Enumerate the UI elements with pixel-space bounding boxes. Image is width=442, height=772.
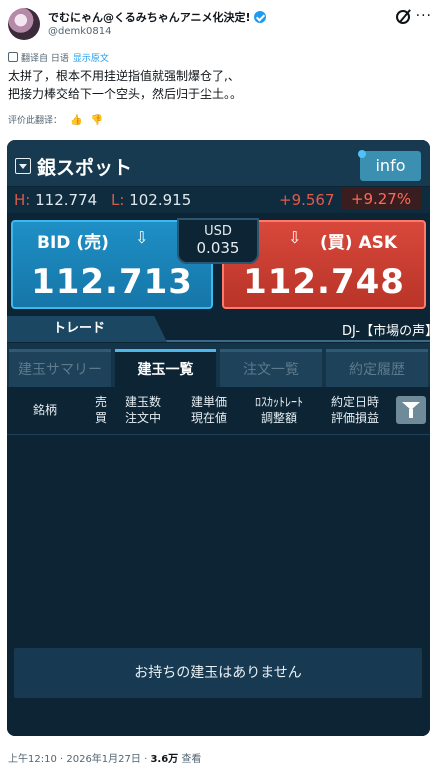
- app-screenshot: 銀スポット info H: 112.774 L: 102.915 +9.567 …: [7, 140, 430, 736]
- bid-down-arrow-icon: ⇩: [135, 228, 149, 247]
- ask-price: 112.748: [243, 262, 405, 302]
- low-price: L: 102.915: [111, 191, 191, 209]
- tweet-text-line: 太拼了，根本不用挂逆指值就强制爆仓了,、: [8, 69, 240, 83]
- thumbs-down-icon[interactable]: 👎: [90, 115, 102, 126]
- thumbs-up-icon[interactable]: 👍: [70, 115, 82, 126]
- tab-position-list[interactable]: 建玉一覧: [115, 349, 216, 387]
- table-column-header: 銘柄 売買 建玉数注文中 建単価現在値 ﾛｽｶｯﾄﾚｰﾄ 調整額 約定日時評価損益: [7, 387, 430, 435]
- col-quantity: 建玉数 注文中: [125, 394, 161, 426]
- views-label: 查看: [178, 754, 202, 765]
- tab-position-summary[interactable]: 建玉サマリー: [9, 349, 111, 387]
- avatar[interactable]: [8, 8, 40, 40]
- low-value: 102.915: [129, 191, 192, 209]
- bid-label: BID (売): [37, 233, 109, 253]
- rate-translation-label: 评价此翻译：: [8, 116, 63, 126]
- app-header: 銀スポット info: [7, 140, 430, 186]
- col-price-bottom: 現在値: [191, 411, 228, 425]
- news-ticker[interactable]: DJ-【市場の声】: [342, 320, 430, 339]
- high-low-row: H: 112.774 L: 102.915 +9.567 +9.27%: [7, 187, 430, 213]
- translate-icon: [8, 52, 18, 62]
- col-datetime-top: 約定日時: [331, 395, 380, 409]
- display-name-text[interactable]: でむにゃん@くるみちゃんアニメ化決定!: [48, 11, 251, 24]
- filter-icon[interactable]: [396, 396, 426, 424]
- position-subtabs: 建玉サマリー 建玉一覧 注文一覧 約定履歴: [7, 343, 430, 387]
- tweet-timestamp[interactable]: 上午12:10 · 2026年1月27日 ·: [8, 754, 150, 765]
- spread-box: USD 0.035: [177, 218, 259, 264]
- translation-notice: 翻译自 日语 显示原文: [8, 51, 109, 64]
- grok-icon[interactable]: [396, 10, 410, 24]
- empty-positions-message: お持ちの建玉はありません: [14, 648, 422, 698]
- col-datetime-bottom: 評価損益: [331, 411, 380, 425]
- tweet-header: でむにゃん@くるみちゃんアニメ化決定! @demk0814 ···: [8, 8, 434, 42]
- col-side-buy: 買: [95, 411, 108, 425]
- symbol-dropdown-icon[interactable]: [15, 158, 31, 174]
- info-button[interactable]: info: [360, 151, 421, 181]
- view-count: 3.6万: [150, 754, 179, 765]
- tab-trade[interactable]: トレード: [7, 316, 167, 342]
- high-value: 112.774: [35, 191, 98, 209]
- notification-dot-icon: [358, 150, 366, 158]
- col-losscut-top: ﾛｽｶｯﾄﾚｰﾄ: [255, 395, 304, 409]
- col-symbol: 銘柄: [33, 403, 58, 417]
- price-change-percent: +9.27%: [341, 188, 421, 210]
- col-side: 売買: [95, 394, 107, 426]
- spread-value: 0.035: [196, 239, 240, 257]
- rate-translation: 评价此翻译： 👍 👎: [8, 113, 103, 126]
- tweet-footer: 上午12:10 · 2026年1月27日 · 3.6万 查看: [8, 750, 201, 765]
- col-quantity-top: 建玉数: [125, 395, 162, 409]
- col-side-sell: 売: [95, 395, 108, 409]
- tweet-text: 太拼了，根本不用挂逆指值就强制爆仓了,、 把接力棒交给下一个空头，然后归于尘土。…: [8, 67, 242, 103]
- user-handle[interactable]: @demk0814: [48, 26, 111, 37]
- tweet-text-line: 把接力棒交给下一个空头，然后归于尘土。。: [8, 87, 243, 101]
- show-original-link[interactable]: 显示原文: [73, 54, 109, 64]
- high-label: H:: [14, 191, 31, 209]
- position-list: お持ちの建玉はありません: [7, 436, 430, 736]
- col-price-top: 建単価: [191, 395, 228, 409]
- col-losscut: ﾛｽｶｯﾄﾚｰﾄ 調整額: [255, 394, 303, 426]
- price-change: +9.567: [279, 191, 335, 209]
- col-losscut-bottom: 調整額: [261, 411, 298, 425]
- ask-label: (買) ASK: [320, 233, 398, 253]
- col-price: 建単価 現在値: [191, 394, 227, 426]
- spread-currency: USD: [204, 224, 232, 239]
- col-datetime: 約定日時 評価損益: [331, 394, 379, 426]
- high-price: H: 112.774: [14, 191, 97, 209]
- more-options-icon[interactable]: ···: [416, 8, 432, 24]
- tab-order-list[interactable]: 注文一覧: [220, 349, 322, 387]
- col-quantity-bottom: 注文中: [125, 411, 162, 425]
- low-label: L:: [111, 191, 125, 209]
- trade-bar: トレード DJ-【市場の声】: [7, 316, 430, 342]
- symbol-title[interactable]: 銀スポット: [37, 153, 132, 180]
- verified-badge-icon: [253, 11, 266, 23]
- display-name[interactable]: でむにゃん@くるみちゃんアニメ化決定!: [48, 9, 266, 25]
- bid-price: 112.713: [31, 262, 193, 302]
- tab-execution-history[interactable]: 約定履歴: [326, 349, 428, 387]
- translation-label: 翻译自 日语: [21, 54, 69, 64]
- ask-down-arrow-icon: ⇩: [288, 228, 302, 247]
